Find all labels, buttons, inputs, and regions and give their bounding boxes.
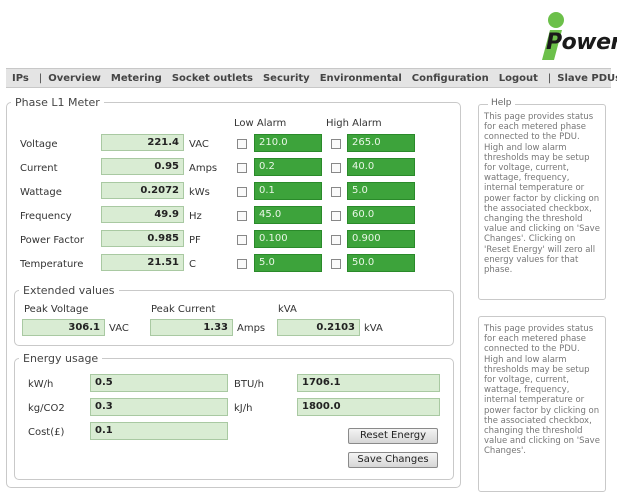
help-title: Help xyxy=(488,98,515,108)
current-unit: Amps xyxy=(189,163,218,174)
power-factor-high-alarm-input[interactable]: 0.900 xyxy=(347,230,415,248)
kva-label: kVA xyxy=(278,304,297,315)
extended-values-panel: Extended values xyxy=(14,284,454,346)
power-factor-value: 0.985 xyxy=(101,230,184,247)
btuh-label: BTU/h xyxy=(234,379,264,390)
peak-current-value: 1.33 xyxy=(150,319,233,336)
logo-text: Power xyxy=(546,30,617,55)
kva-unit: kVA xyxy=(364,323,383,334)
power-factor-low-alarm-input[interactable]: 0.100 xyxy=(254,230,322,248)
power-factor-unit: PF xyxy=(189,235,201,246)
peak-current-label: Peak Current xyxy=(151,304,216,315)
peak-voltage-label: Peak Voltage xyxy=(24,304,89,315)
temperature-low-alarm-input[interactable]: 5.0 xyxy=(254,254,322,272)
cost-value: 0.1 xyxy=(90,422,228,440)
current-low-alarm-input[interactable]: 0.2 xyxy=(254,158,322,176)
nav-overview[interactable]: Overview xyxy=(48,73,101,84)
kwh-value: 0.5 xyxy=(90,374,228,392)
kjh-value: 1800.0 xyxy=(297,398,440,416)
current-value: 0.95 xyxy=(101,158,184,175)
nav-slave-pdus[interactable]: Slave PDUs xyxy=(557,73,617,84)
wattage-unit: kWs xyxy=(189,187,210,198)
power-factor-high-alarm-checkbox[interactable] xyxy=(331,235,341,245)
logo-dot xyxy=(548,12,564,28)
phase-meter-title: Phase L1 Meter xyxy=(15,96,100,109)
temperature-label: Temperature xyxy=(20,259,84,270)
nav-security[interactable]: Security xyxy=(263,73,310,84)
nav-logout[interactable]: Logout xyxy=(499,73,538,84)
temperature-value: 21.51 xyxy=(101,254,184,271)
temperature-low-alarm-checkbox[interactable] xyxy=(237,259,247,269)
voltage-low-alarm-checkbox[interactable] xyxy=(237,139,247,149)
peak-current-unit: Amps xyxy=(237,323,266,334)
frequency-high-alarm-input[interactable]: 60.0 xyxy=(347,206,415,224)
energy-usage-title: Energy usage xyxy=(23,352,99,365)
power-factor-label: Power Factor xyxy=(20,235,85,246)
nav-metering[interactable]: Metering xyxy=(111,73,162,84)
current-low-alarm-checkbox[interactable] xyxy=(237,163,247,173)
current-high-alarm-input[interactable]: 40.0 xyxy=(347,158,415,176)
peak-voltage-value: 306.1 xyxy=(22,319,105,336)
frequency-low-alarm-input[interactable]: 45.0 xyxy=(254,206,322,224)
kgco2-value: 0.3 xyxy=(90,398,228,416)
frequency-low-alarm-checkbox[interactable] xyxy=(237,211,247,221)
temperature-unit: C xyxy=(189,259,196,270)
high-alarm-header: High Alarm xyxy=(326,118,382,129)
frequency-label: Frequency xyxy=(20,211,72,222)
temperature-high-alarm-checkbox[interactable] xyxy=(331,259,341,269)
current-high-alarm-checkbox[interactable] xyxy=(331,163,341,173)
nav-environmental[interactable]: Environmental xyxy=(320,73,402,84)
cost-label: Cost(£) xyxy=(28,427,65,438)
reset-energy-button[interactable]: Reset Energy xyxy=(348,428,438,444)
kjh-label: kJ/h xyxy=(234,403,253,414)
nav-socket-outlets[interactable]: Socket outlets xyxy=(172,73,253,84)
kgco2-label: kg/CO2 xyxy=(28,403,65,414)
peak-voltage-unit: VAC xyxy=(109,323,129,334)
extended-values-title: Extended values xyxy=(23,284,115,297)
wattage-high-alarm-input[interactable]: 5.0 xyxy=(347,182,415,200)
main-nav: IPs | Overview Metering Socket outlets S… xyxy=(6,68,617,88)
btuh-value: 1706.1 xyxy=(297,374,440,392)
wattage-low-alarm-input[interactable]: 0.1 xyxy=(254,182,322,200)
voltage-label: Voltage xyxy=(20,139,58,150)
wattage-low-alarm-checkbox[interactable] xyxy=(237,187,247,197)
kva-value: 0.2103 xyxy=(277,319,360,336)
voltage-low-alarm-input[interactable]: 210.0 xyxy=(254,134,322,152)
voltage-unit: VAC xyxy=(189,139,209,150)
nav-separator: | xyxy=(547,72,552,84)
help-text-secondary: This page provides status for each meter… xyxy=(484,324,600,457)
current-label: Current xyxy=(20,163,58,174)
save-changes-button[interactable]: Save Changes xyxy=(348,452,438,468)
nav-separator: | xyxy=(38,72,43,84)
frequency-value: 49.9 xyxy=(101,206,184,223)
temperature-high-alarm-input[interactable]: 50.0 xyxy=(347,254,415,272)
wattage-value: 0.2072 xyxy=(101,182,184,199)
wattage-label: Wattage xyxy=(20,187,62,198)
frequency-high-alarm-checkbox[interactable] xyxy=(331,211,341,221)
power-factor-low-alarm-checkbox[interactable] xyxy=(237,235,247,245)
voltage-value: 221.4 xyxy=(101,134,184,151)
help-text: This page provides status for each meter… xyxy=(484,112,600,276)
frequency-unit: Hz xyxy=(189,211,202,222)
nav-ips[interactable]: IPs xyxy=(12,73,29,84)
voltage-high-alarm-checkbox[interactable] xyxy=(331,139,341,149)
kwh-label: kW/h xyxy=(28,379,54,390)
nav-configuration[interactable]: Configuration xyxy=(412,73,489,84)
low-alarm-header: Low Alarm xyxy=(234,118,287,129)
voltage-high-alarm-input[interactable]: 265.0 xyxy=(347,134,415,152)
wattage-high-alarm-checkbox[interactable] xyxy=(331,187,341,197)
